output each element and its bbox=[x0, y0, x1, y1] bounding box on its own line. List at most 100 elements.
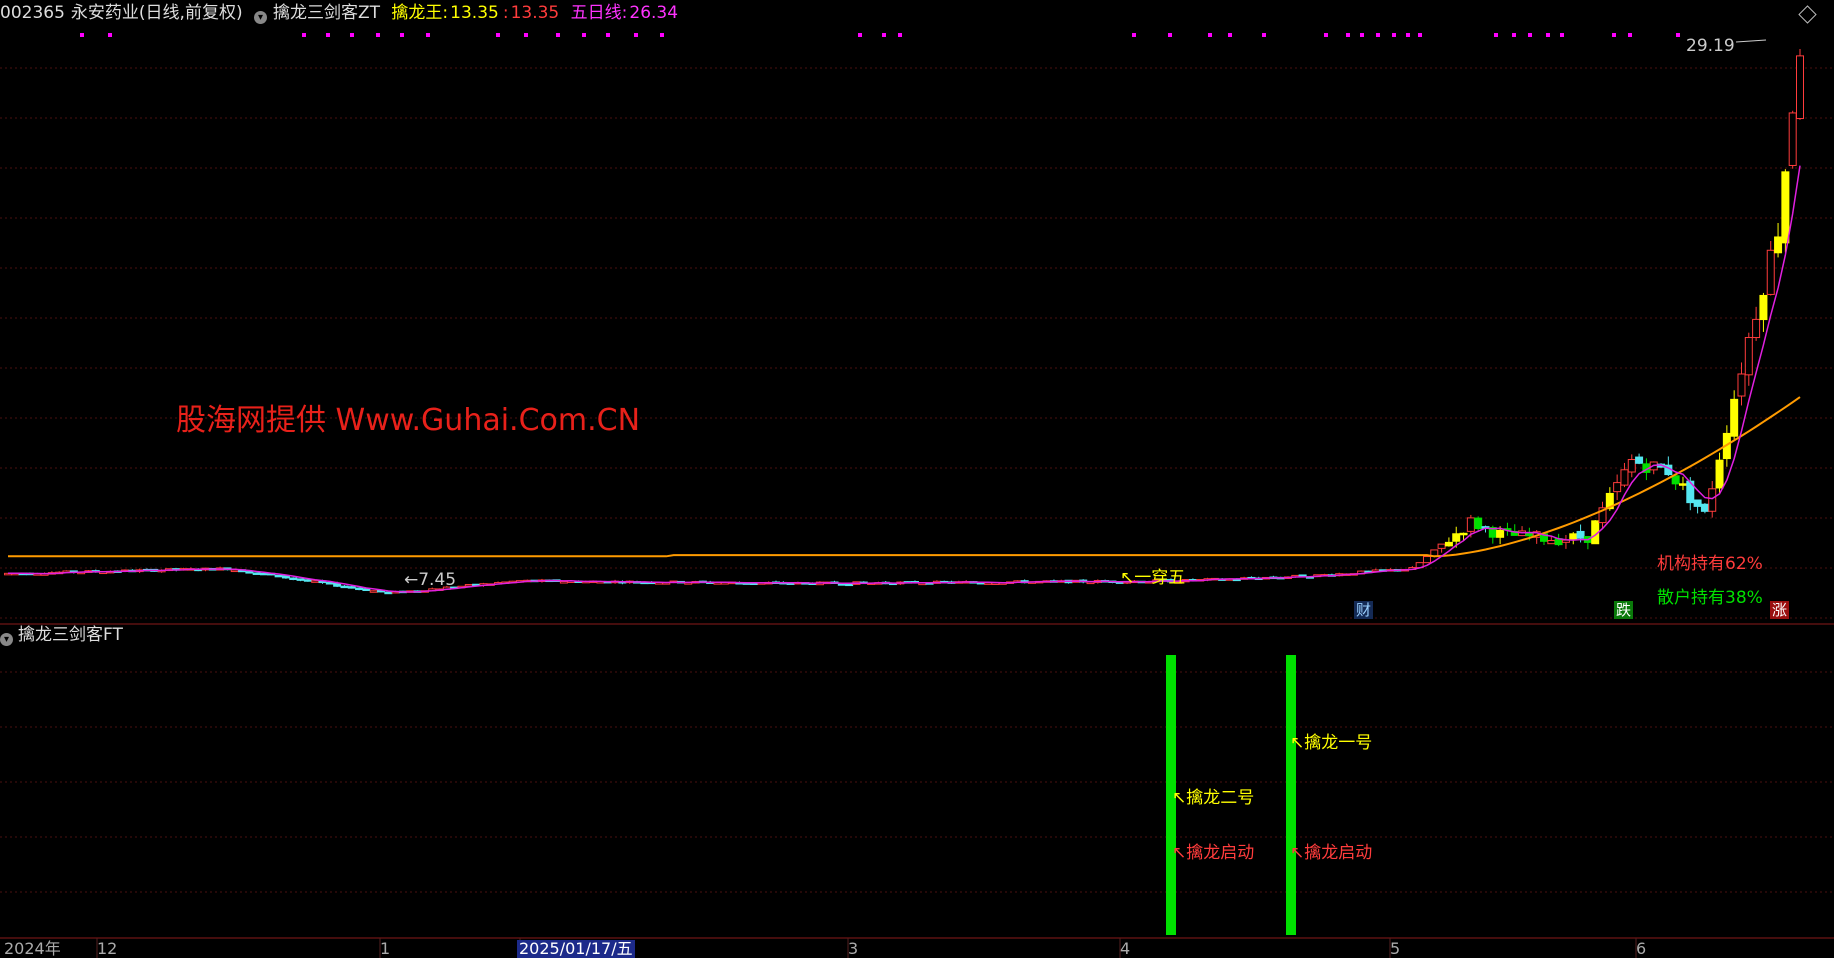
indicator-settings-icon[interactable]: ▾ bbox=[253, 11, 267, 24]
signal-dot bbox=[400, 33, 404, 37]
signal-dot bbox=[1228, 33, 1232, 37]
signal-2-bottom-text: 擒龙启动 bbox=[1304, 843, 1373, 863]
signal-dot bbox=[302, 33, 306, 37]
x-label-2024: 2024年 bbox=[4, 939, 61, 958]
candle-body bbox=[274, 574, 283, 578]
signal-dot bbox=[496, 33, 500, 37]
badge-cai[interactable]: 财 bbox=[1354, 601, 1374, 619]
cross-five-text: 一穿五 bbox=[1134, 568, 1186, 588]
signal-dot bbox=[882, 33, 886, 37]
signal-1-bottom-text: 擒龙启动 bbox=[1186, 843, 1255, 863]
signal-dot bbox=[1262, 33, 1266, 37]
candle-body bbox=[1737, 373, 1746, 397]
signal-2-top: ↖擒龙一号 bbox=[1290, 733, 1373, 753]
signal-dot bbox=[1676, 33, 1680, 37]
king-sep: : bbox=[502, 3, 509, 23]
high-price-label: 29.19 bbox=[1686, 36, 1735, 56]
signal-1-top: ↖擒龙二号 bbox=[1172, 788, 1255, 808]
signal-dot bbox=[1628, 33, 1632, 37]
candle-body bbox=[369, 590, 378, 593]
candle-body bbox=[1730, 398, 1739, 437]
signal-dot bbox=[80, 33, 84, 37]
indicator-panel-settings-icon[interactable]: ▾ bbox=[0, 633, 13, 646]
badge-zhang[interactable]: 涨 bbox=[1770, 601, 1790, 619]
x-label-5: 5 bbox=[1390, 939, 1401, 958]
candle-body bbox=[1766, 249, 1775, 295]
candle-body bbox=[384, 591, 393, 595]
candle-body bbox=[1774, 236, 1783, 254]
candle-body bbox=[1459, 532, 1468, 536]
candle-body bbox=[1788, 112, 1797, 166]
price-chart[interactable] bbox=[0, 0, 1834, 958]
signal-dot bbox=[524, 33, 528, 37]
signal-dot bbox=[1512, 33, 1516, 37]
candle-body bbox=[1474, 517, 1483, 530]
candle-body bbox=[260, 572, 268, 576]
candle-body bbox=[1525, 532, 1534, 537]
candle-body bbox=[1759, 294, 1768, 321]
cross-five-label: ↖一穿五 bbox=[1120, 568, 1186, 588]
chart-header: 002365 永安药业(日线,前复权) ▾ 擒龙三剑客ZT 擒龙王: 13.35:13… bbox=[0, 2, 684, 24]
king-value-2: 13.35 bbox=[510, 3, 560, 23]
signal-dot bbox=[1324, 33, 1328, 37]
signal-dot bbox=[1528, 33, 1532, 37]
signal-dot bbox=[1208, 33, 1212, 37]
candle-body bbox=[1708, 488, 1717, 512]
stock-code: 002365 bbox=[0, 3, 65, 23]
signal-dot bbox=[1360, 33, 1364, 37]
candle-body bbox=[1620, 469, 1629, 486]
candle-body bbox=[1569, 533, 1578, 541]
candle-body bbox=[464, 584, 473, 587]
king-value-1: 13.35 bbox=[450, 3, 499, 23]
candle-body bbox=[230, 569, 239, 573]
signal-dot bbox=[1560, 33, 1564, 37]
indicator-panel-header: ▾ 擒龙三剑客FT bbox=[0, 624, 123, 646]
candle-body bbox=[1627, 459, 1636, 473]
candle-body bbox=[289, 577, 298, 581]
candle-body bbox=[245, 571, 254, 574]
signal-dot bbox=[1546, 33, 1550, 37]
badge-die[interactable]: 跌 bbox=[1614, 601, 1634, 619]
candle-body bbox=[1700, 503, 1709, 512]
x-label-4: 4 bbox=[1120, 939, 1131, 958]
indicator-name: 擒龙三剑客ZT bbox=[272, 3, 381, 23]
king-label: 擒龙王: bbox=[391, 3, 449, 23]
signal-1-top-text: 擒龙二号 bbox=[1186, 788, 1255, 808]
signal-dot bbox=[1132, 33, 1136, 37]
ma5-line bbox=[8, 165, 1801, 593]
signal-dot bbox=[350, 33, 354, 37]
x-label-1: 1 bbox=[380, 939, 391, 958]
indicator-panel-title: 擒龙三剑客FT bbox=[18, 625, 123, 645]
candle-body bbox=[1613, 482, 1622, 493]
signal-dot bbox=[108, 33, 112, 37]
candle-body bbox=[311, 580, 320, 583]
x-label-3: 3 bbox=[848, 939, 859, 958]
candle-body bbox=[355, 587, 364, 591]
candle-body bbox=[252, 572, 261, 575]
x-label-6: 6 bbox=[1636, 939, 1647, 958]
signal-dot bbox=[426, 33, 430, 37]
watermark-text: 股海网提供 Www.Guhai.Com.CN bbox=[176, 403, 641, 438]
signal-dot bbox=[858, 33, 862, 37]
signal-dot bbox=[1406, 33, 1410, 37]
signal-2-bottom: ↖擒龙启动 bbox=[1290, 843, 1373, 863]
candle-body bbox=[1635, 456, 1644, 464]
inst-hold-label: 机构持有62% bbox=[1657, 554, 1763, 574]
signal-dot bbox=[326, 33, 330, 37]
x-label-selected-date[interactable]: 2025/01/17/五 bbox=[517, 940, 635, 958]
candle-body bbox=[845, 583, 854, 587]
signal-dot bbox=[1392, 33, 1396, 37]
candle-body bbox=[1693, 499, 1702, 507]
candle-body bbox=[1422, 556, 1431, 564]
candle-body bbox=[347, 586, 356, 589]
candle-body bbox=[984, 582, 993, 585]
low-price-label: ←7.45 bbox=[404, 570, 457, 590]
signal-dot bbox=[1168, 33, 1172, 37]
signal-dot bbox=[1418, 33, 1422, 37]
signal-dot bbox=[556, 33, 560, 37]
ma5-label: 五日线: bbox=[570, 3, 628, 23]
candle-body bbox=[1437, 543, 1446, 549]
signal-dot bbox=[1494, 33, 1498, 37]
signal-dot bbox=[898, 33, 902, 37]
candle-body bbox=[1671, 475, 1680, 485]
